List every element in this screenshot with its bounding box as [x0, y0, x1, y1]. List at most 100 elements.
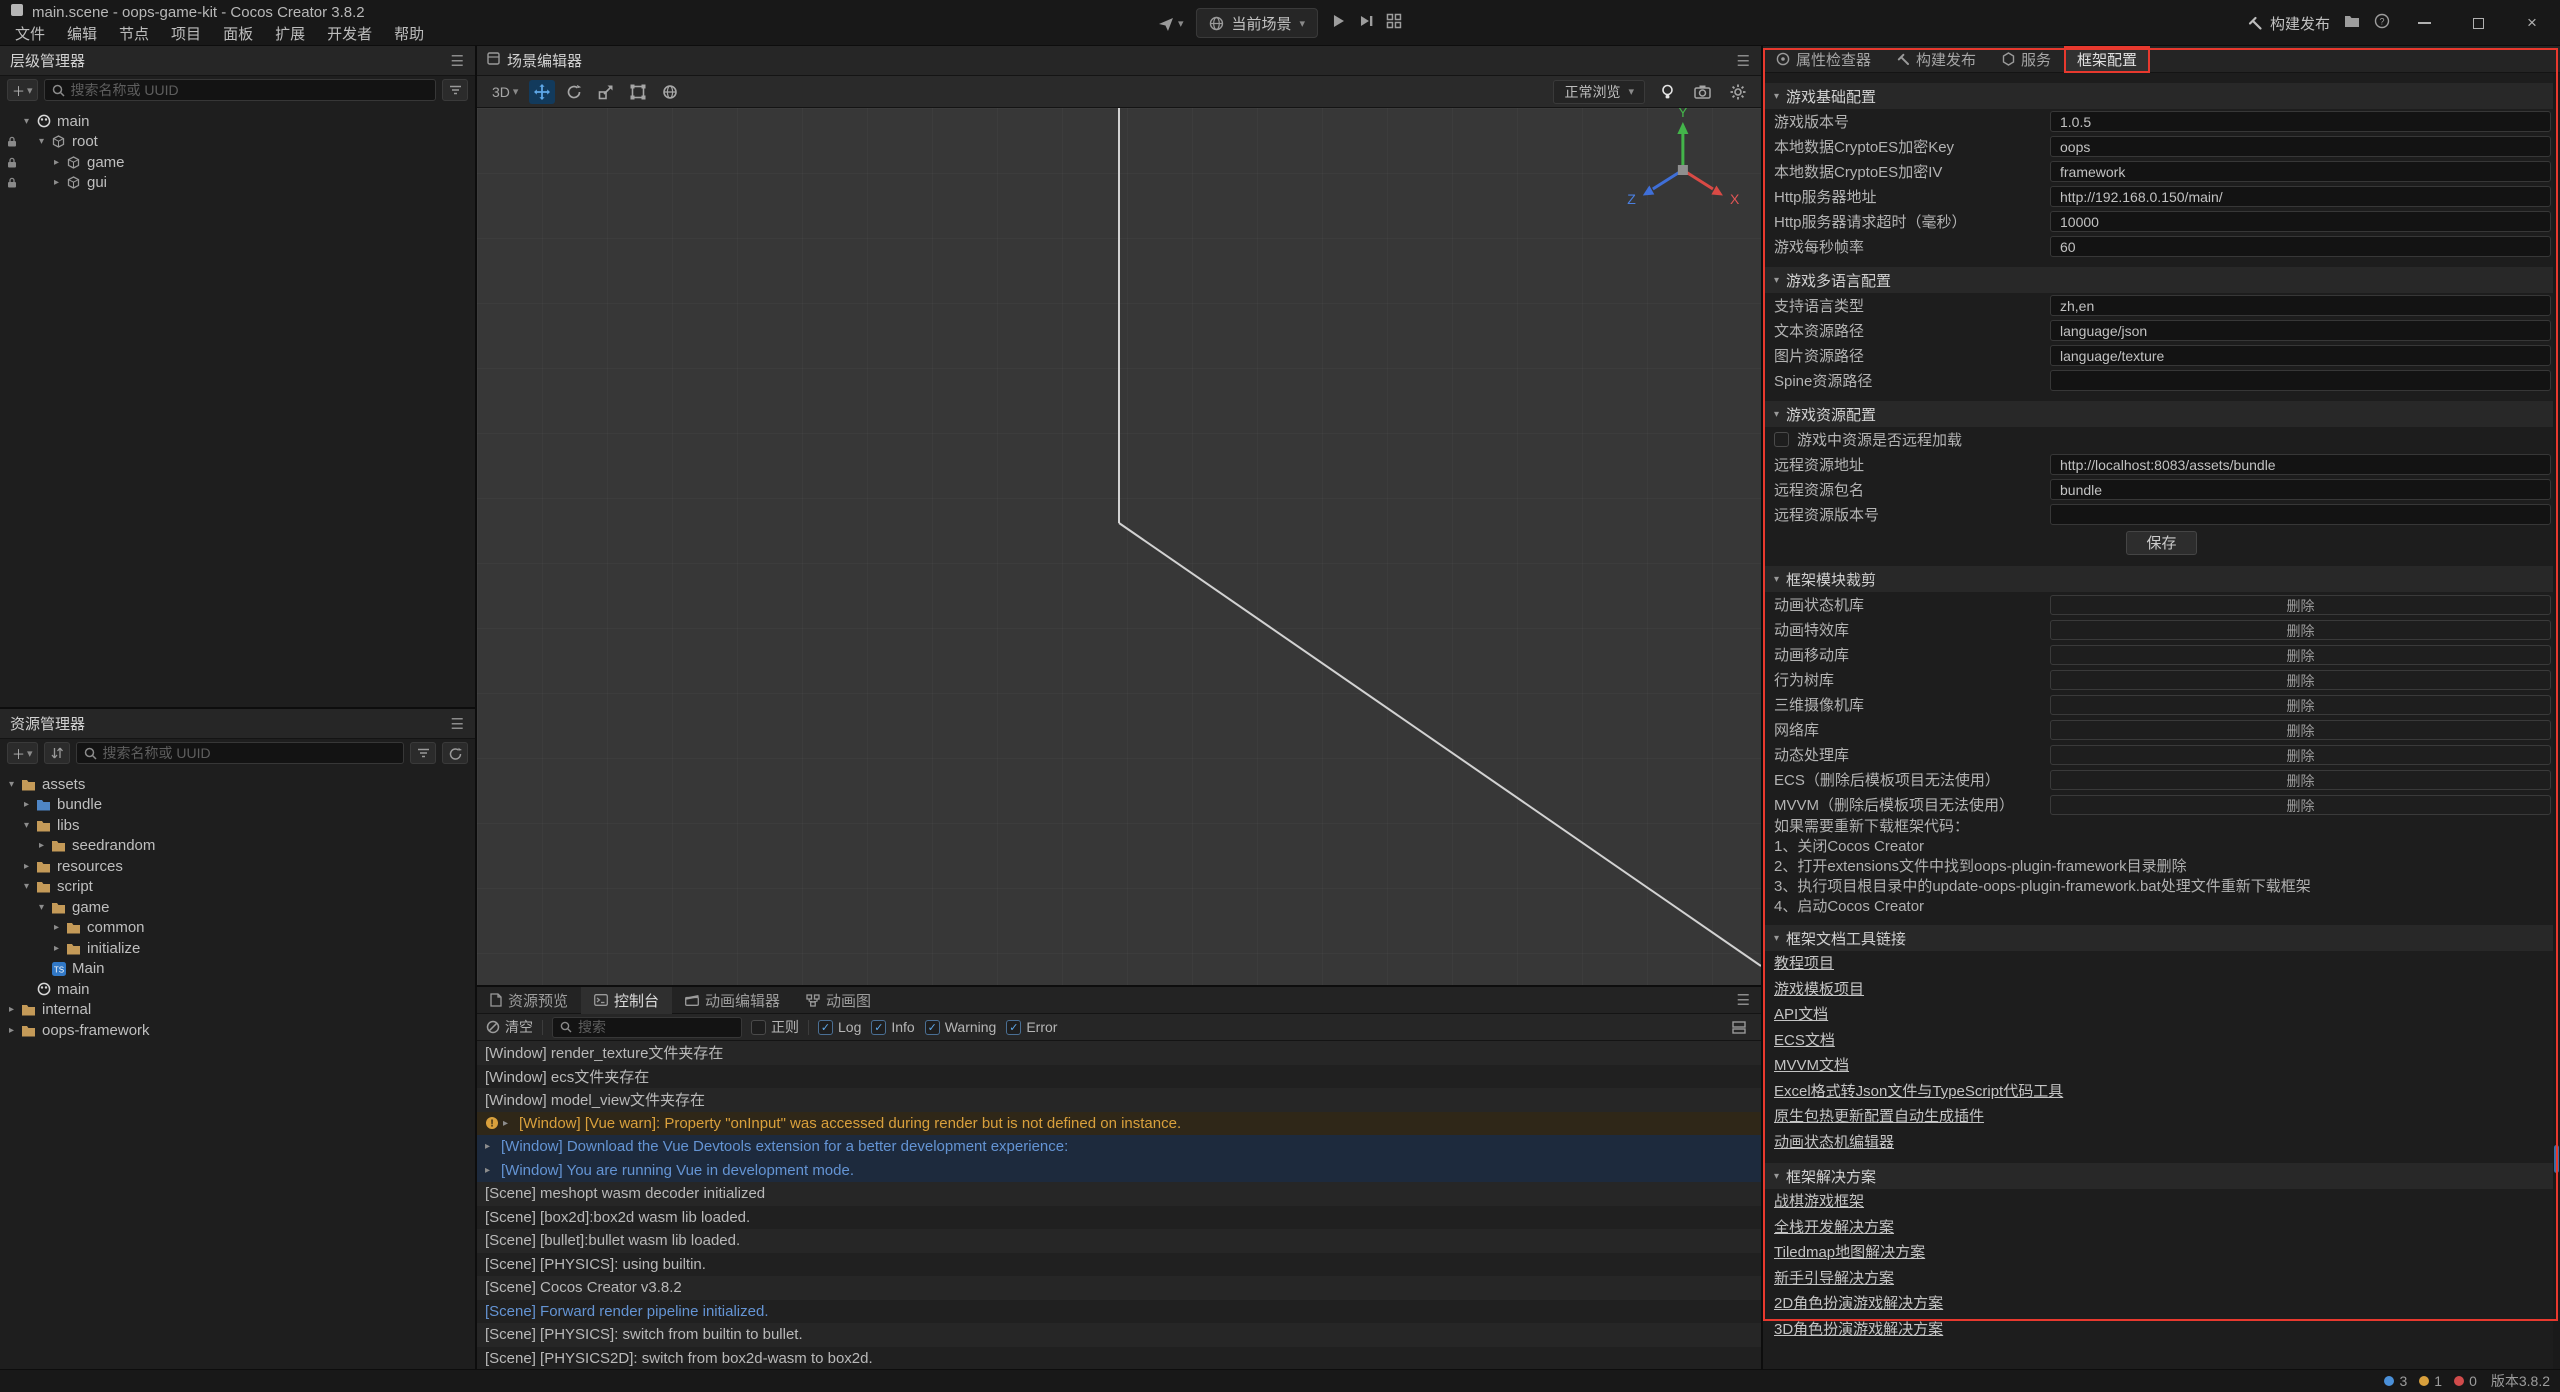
doc-link[interactable]: MVVM文档: [1774, 1057, 1849, 1074]
delete-button[interactable]: 删除: [2050, 720, 2551, 740]
expand-right-icon[interactable]: ▸: [503, 1118, 519, 1129]
hierarchy-menu-icon[interactable]: ☰: [451, 52, 465, 70]
status-error-count[interactable]: 0: [2454, 1373, 2477, 1389]
section-header-1[interactable]: ▾游戏多语言配置: [1763, 267, 2560, 293]
checkbox-checked-icon[interactable]: ✓: [871, 1020, 886, 1035]
console-tab-0[interactable]: 资源预览: [477, 987, 581, 1014]
console-log-row-5[interactable]: ▸[Window] You are running Vue in develop…: [477, 1159, 1761, 1183]
hierarchy-search-input[interactable]: [71, 82, 428, 98]
collapse-chevron-icon[interactable]: ▾: [1774, 91, 1779, 102]
expand-right-icon[interactable]: ▸: [49, 177, 64, 188]
inspector-tab-0[interactable]: 属性检查器: [1763, 46, 1884, 73]
maximize-button[interactable]: [2458, 0, 2498, 46]
console-tab-1[interactable]: 控制台: [581, 987, 672, 1014]
expand-right-icon[interactable]: ▸: [4, 1025, 19, 1036]
console-tab-2[interactable]: 动画编辑器: [672, 987, 793, 1014]
create-asset-button[interactable]: ＋▾: [7, 742, 38, 764]
delete-button[interactable]: 删除: [2050, 620, 2551, 640]
scene-menu-icon[interactable]: ☰: [1737, 52, 1751, 70]
close-button[interactable]: ×: [2512, 0, 2552, 46]
console-menu-icon[interactable]: ☰: [1737, 991, 1761, 1009]
asset-node-common[interactable]: ▸common: [0, 918, 475, 939]
prop-input[interactable]: [2050, 370, 2551, 391]
scale-tool-button[interactable]: [593, 80, 619, 104]
save-button[interactable]: 保存: [2126, 531, 2196, 555]
inspector-tab-3[interactable]: 框架配置: [2064, 46, 2150, 73]
console-filter-error[interactable]: ✓Error: [1006, 1019, 1057, 1035]
menu-item-2[interactable]: 节点: [108, 24, 160, 45]
inspector-tab-1[interactable]: 构建发布: [1884, 46, 1989, 73]
doc-link[interactable]: ECS文档: [1774, 1032, 1835, 1049]
expand-right-icon[interactable]: ▸: [34, 840, 49, 851]
doc-link[interactable]: API文档: [1774, 1006, 1828, 1023]
sort-assets-icon[interactable]: [44, 742, 70, 764]
clear-console-button[interactable]: 清空: [486, 1017, 533, 1037]
menu-item-7[interactable]: 帮助: [383, 24, 435, 45]
console-search-input[interactable]: [578, 1019, 734, 1035]
asset-node-main[interactable]: TSMain: [0, 959, 475, 980]
status-warning-count[interactable]: 1: [2419, 1373, 2442, 1389]
help-icon[interactable]: ?: [2374, 13, 2390, 34]
delete-button[interactable]: 删除: [2050, 795, 2551, 815]
collapse-chevron-icon[interactable]: ▾: [1774, 409, 1779, 420]
prop-input[interactable]: [2050, 295, 2551, 316]
prop-input[interactable]: [2050, 236, 2551, 257]
play-button[interactable]: [1330, 13, 1346, 34]
rect-tool-button[interactable]: [625, 80, 651, 104]
delete-button[interactable]: 删除: [2050, 745, 2551, 765]
checkbox-checked-icon[interactable]: ✓: [1006, 1020, 1021, 1035]
gear-icon[interactable]: [1725, 80, 1751, 104]
expand-down-icon[interactable]: ▾: [34, 902, 49, 913]
collapse-chevron-icon[interactable]: ▾: [1774, 275, 1779, 286]
create-node-button[interactable]: ＋▾: [7, 79, 38, 101]
doc-link[interactable]: 游戏模板项目: [1774, 981, 1864, 998]
assets-search-input[interactable]: [103, 745, 396, 761]
hierarchy-filter-icon[interactable]: [442, 79, 468, 101]
expand-right-icon[interactable]: ▸: [49, 157, 64, 168]
expand-right-icon[interactable]: ▸: [485, 1141, 501, 1152]
hierarchy-node-gui[interactable]: ▸gui: [0, 173, 475, 194]
assets-filter-icon[interactable]: [410, 742, 436, 764]
scene-select-dropdown[interactable]: 当前场景 ▾: [1195, 8, 1318, 38]
asset-node-resources[interactable]: ▸resources: [0, 856, 475, 877]
delete-button[interactable]: 删除: [2050, 645, 2551, 665]
scene-viewport[interactable]: Y X Z: [477, 108, 1761, 985]
section-header-4[interactable]: ▾框架文档工具链接: [1763, 925, 2560, 951]
prop-input[interactable]: [2050, 136, 2551, 157]
section-header-5[interactable]: ▾框架解决方案: [1763, 1163, 2560, 1189]
doc-link[interactable]: 3D角色扮演游戏解决方案: [1774, 1321, 1943, 1338]
delete-button[interactable]: 删除: [2050, 770, 2551, 790]
menu-item-1[interactable]: 编辑: [56, 24, 108, 45]
console-tab-3[interactable]: 动画图: [793, 987, 884, 1014]
expand-down-icon[interactable]: ▾: [19, 116, 34, 127]
prop-input[interactable]: [2050, 454, 2551, 475]
doc-link[interactable]: 2D角色扮演游戏解决方案: [1774, 1295, 1943, 1312]
expand-right-icon[interactable]: ▸: [19, 861, 34, 872]
collapse-chevron-icon[interactable]: ▾: [1774, 574, 1779, 585]
prop-input[interactable]: [2050, 211, 2551, 232]
expand-right-icon[interactable]: ▸: [49, 922, 64, 933]
console-filter-info[interactable]: ✓Info: [871, 1019, 914, 1035]
asset-node-script[interactable]: ▾script: [0, 877, 475, 898]
camera-settings-button[interactable]: [1689, 80, 1716, 104]
collapse-chevron-icon[interactable]: ▾: [1774, 933, 1779, 944]
console-filter-warning[interactable]: ✓Warning: [925, 1019, 997, 1035]
console-log-row-8[interactable]: [Scene] [bullet]:bullet wasm lib loaded.: [477, 1229, 1761, 1253]
menu-item-4[interactable]: 面板: [212, 24, 264, 45]
menu-item-0[interactable]: 文件: [4, 24, 56, 45]
asset-node-libs[interactable]: ▾libs: [0, 815, 475, 836]
console-log-row-12[interactable]: [Scene] [PHYSICS]: switch from builtin t…: [477, 1323, 1761, 1347]
console-log-row-0[interactable]: [Window] render_texture文件夹存在: [477, 1041, 1761, 1065]
step-button[interactable]: [1358, 13, 1374, 34]
console-filter-log[interactable]: ✓Log: [818, 1019, 861, 1035]
section-header-2[interactable]: ▾游戏资源配置: [1763, 401, 2560, 427]
doc-link[interactable]: 全栈开发解决方案: [1774, 1219, 1894, 1236]
hierarchy-node-game[interactable]: ▸game: [0, 152, 475, 173]
light-toggle-button[interactable]: [1654, 80, 1680, 104]
delete-button[interactable]: 删除: [2050, 595, 2551, 615]
menu-item-5[interactable]: 扩展: [264, 24, 316, 45]
doc-link[interactable]: 动画状态机编辑器: [1774, 1134, 1894, 1151]
assets-menu-icon[interactable]: ☰: [451, 715, 465, 733]
asset-node-assets[interactable]: ▾assets: [0, 774, 475, 795]
view-mode-dropdown[interactable]: 正常浏览 ▾: [1553, 80, 1645, 104]
